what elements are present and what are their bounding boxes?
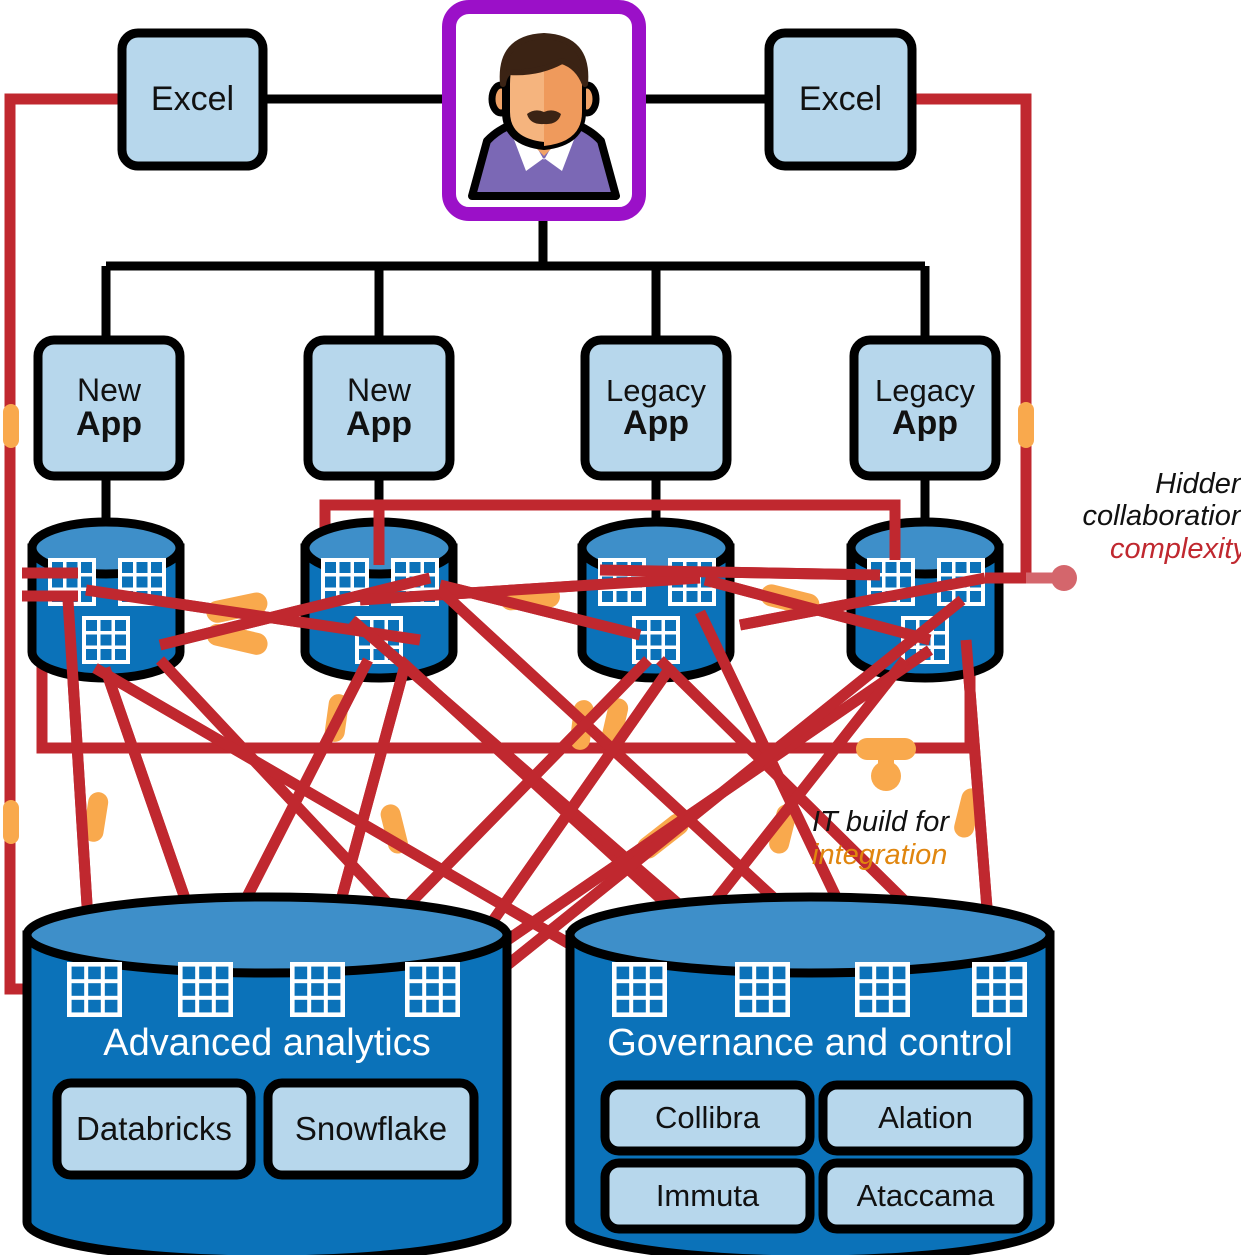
tool-label-snowflake: Snowflake — [294, 1110, 448, 1147]
tool-label-collibra: Collibra — [654, 1100, 761, 1135]
app-4-line2: App — [891, 404, 959, 443]
app-3-line2: App — [622, 404, 690, 443]
platform-title-advanced-analytics: Advanced analytics — [103, 1022, 431, 1064]
it-build-for-integration-annotation: IT build for integration — [812, 806, 1012, 872]
app-2-line2: App — [345, 404, 413, 443]
hidden-collaboration-complexity-annotation: Hidden collaboration complexity — [1077, 468, 1241, 565]
tool-label-ataccama: Ataccama — [856, 1178, 995, 1213]
marker-it-build-dot — [871, 761, 901, 791]
excel-left-label: Excel — [150, 80, 235, 118]
app-4-line1: Legacy — [875, 372, 975, 408]
platform-advanced-analytics[interactable] — [22, 892, 512, 1255]
annotation-line-hidden: Hidden — [1155, 468, 1241, 500]
app-1-line1: New — [76, 372, 141, 409]
app-database-3[interactable] — [577, 517, 735, 683]
marker-left-lower — [3, 800, 19, 844]
annotation-line-it-build-for: IT build for — [812, 806, 949, 838]
user-avatar-card[interactable] — [442, 0, 646, 221]
app-1-line2: App — [75, 404, 143, 443]
annotation-line-integration: integration — [812, 839, 948, 872]
callout-leader-dot — [1051, 565, 1077, 591]
marker-right — [1018, 402, 1034, 448]
application-boxes — [33, 335, 1001, 481]
hidden-complexity-callout-leader — [1026, 565, 1077, 591]
tool-label-immuta: Immuta — [655, 1178, 760, 1213]
platform-title-governance-and-control: Governance and control — [607, 1022, 1013, 1064]
diagram-canvas: Excel Excel New App New App Legacy App L… — [0, 0, 1241, 1255]
marker-left-upper — [3, 404, 19, 448]
diagram-svg — [3, 0, 1077, 1255]
app-3-line1: Legacy — [606, 372, 706, 408]
excel-right-label: Excel — [798, 80, 883, 118]
annotation-line-complexity: complexity — [1110, 532, 1241, 565]
tool-label-alation: Alation — [878, 1100, 973, 1135]
annotation-line-collaboration: collaboration — [1082, 500, 1241, 533]
avatar — [467, 25, 621, 200]
app-2-line1: New — [346, 372, 411, 409]
tool-label-databricks: Databricks — [76, 1110, 232, 1147]
